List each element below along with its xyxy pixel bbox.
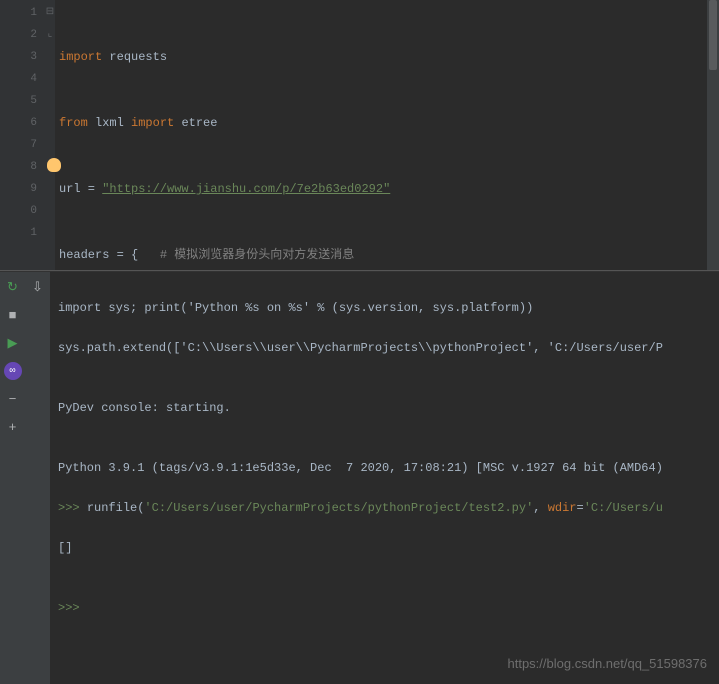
comment: # 模拟浏览器身份头向对方发送消息 — [160, 248, 354, 262]
line-number: 4 — [0, 68, 37, 90]
console-text: runfile( — [87, 501, 145, 515]
code-text: etree — [174, 116, 217, 130]
code-text: headers = { — [59, 248, 160, 262]
line-number: 6 — [0, 112, 37, 134]
console-output[interactable]: import sys; print('Python %s on %s' % (s… — [50, 272, 719, 684]
expand-button[interactable]: + — [4, 418, 22, 436]
line-gutter: 1 2 3 4 5 6 7 8 9 0 1 — [0, 0, 45, 270]
line-number: 5 — [0, 90, 37, 112]
console-line: PyDev console: starting. — [58, 398, 711, 418]
string-url[interactable]: "https://www.jianshu.com/p/7e2b63ed0292" — [102, 182, 390, 196]
code-area[interactable]: import requests from lxml import etree u… — [55, 0, 707, 270]
code-text: url = — [59, 182, 102, 196]
line-number: 1 — [0, 222, 37, 244]
console-toolbar: ↻ ■ ▶ ∞ − + — [0, 272, 25, 684]
editor-pane: 1 2 3 4 5 6 7 8 9 0 1 ⊟ ⌞ import request… — [0, 0, 719, 270]
console-line: import sys; print('Python %s on %s' % (s… — [58, 298, 711, 318]
console-path: 'C:/Users/u — [584, 501, 663, 515]
prompt: >>> — [58, 601, 87, 615]
line-number: 9 — [0, 178, 37, 200]
keyword: from — [59, 116, 88, 130]
console-line: sys.path.extend(['C:\\Users\\user\\Pycha… — [58, 338, 711, 358]
attach-debugger-button[interactable]: ∞ — [4, 362, 22, 380]
line-number: 1 — [0, 2, 37, 24]
line-number: 3 — [0, 46, 37, 68]
console-line: [] — [58, 538, 711, 558]
keyword: import — [131, 116, 174, 130]
code-text: requests — [102, 50, 167, 64]
console-path: 'C:/Users/user/PycharmProjects/pythonPro… — [144, 501, 533, 515]
prompt: >>> — [58, 501, 87, 515]
vertical-scrollbar[interactable] — [707, 0, 719, 270]
line-number: 0 — [0, 200, 37, 222]
line-number: 2 — [0, 24, 37, 46]
play-button[interactable]: ▶ — [4, 334, 22, 352]
download-icon[interactable]: ⇩ — [29, 278, 47, 296]
code-text: lxml — [88, 116, 131, 130]
console-toolbar-2: ⇩ — [25, 272, 50, 684]
console-text: , — [533, 501, 547, 515]
stop-button[interactable]: ■ — [4, 306, 22, 324]
line-number: 7 — [0, 134, 37, 156]
console-text: = — [577, 501, 584, 515]
console-line: >>> runfile('C:/Users/user/PycharmProjec… — [58, 498, 711, 518]
console-line: >>> — [58, 598, 711, 618]
keyword: import — [59, 50, 102, 64]
intention-bulb-icon[interactable] — [47, 158, 61, 172]
fold-mark[interactable]: ⊟ — [45, 2, 55, 24]
watermark: https://blog.csdn.net/qq_51598376 — [508, 654, 708, 674]
console-line: Python 3.9.1 (tags/v3.9.1:1e5d33e, Dec 7… — [58, 458, 711, 478]
console-kw: wdir — [548, 501, 577, 515]
collapse-button[interactable]: − — [4, 390, 22, 408]
fold-column: ⊟ ⌞ — [45, 0, 55, 270]
rerun-button[interactable]: ↻ — [4, 278, 22, 296]
line-number: 8 — [0, 156, 37, 178]
console-pane: ↻ ■ ▶ ∞ − + ⇩ import sys; print('Python … — [0, 272, 719, 684]
